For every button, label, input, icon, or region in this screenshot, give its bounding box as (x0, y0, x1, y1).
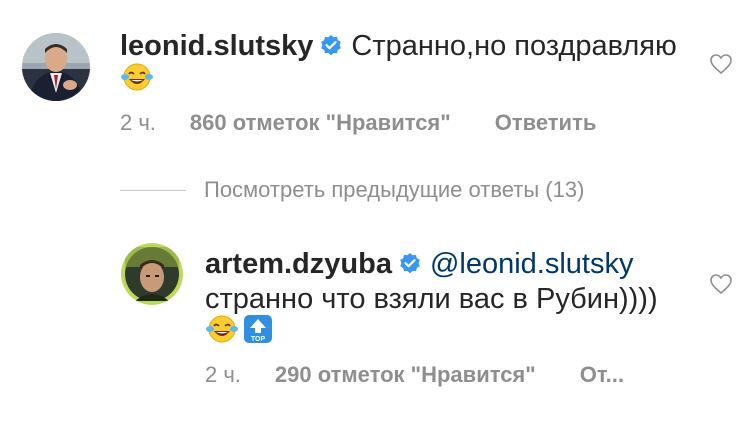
mention-link[interactable]: @leonid.slutsky (430, 248, 634, 280)
view-previous-replies[interactable]: Посмотреть предыдущие ответы (13) (120, 176, 584, 204)
reply-text: странно что взяли вас в Рубин)))) (205, 283, 658, 315)
reply-button[interactable]: Ответить (495, 110, 597, 135)
comment-timestamp[interactable]: 2 ч. (120, 110, 156, 135)
reply-text-line: странно что взяли вас в Рубин)))) (205, 282, 658, 316)
top-arrow-icon: TOP (243, 314, 273, 352)
top-label: TOP (251, 336, 266, 343)
comment-username[interactable]: leonid.slutsky (120, 30, 313, 62)
reply-timestamp[interactable]: 2 ч. (205, 362, 241, 387)
view-previous-replies-label: Посмотреть предыдущие ответы (13) (204, 177, 585, 202)
divider-line (120, 189, 186, 191)
comment-likes[interactable]: 860 отметок "Нравится" (190, 110, 451, 135)
comment-line: leonid.slutsky Странно,но поздравляю (120, 29, 677, 66)
reply-meta: 2 ч. 290 отметок "Нравится" От... (205, 362, 624, 388)
verified-badge-icon (319, 32, 343, 66)
reply-button[interactable]: От... (580, 362, 624, 387)
avatar[interactable] (121, 243, 183, 305)
comment-text: Странно,но поздравляю (351, 30, 677, 62)
avatar[interactable] (22, 33, 90, 101)
face-with-tears-of-joy-icon (205, 314, 239, 352)
face-with-tears-of-joy-icon (120, 62, 154, 100)
heart-icon[interactable] (709, 53, 733, 80)
reply-line: artem.dzyuba @leonid.slutsky (205, 247, 633, 284)
reply-emoji-row: TOP (205, 314, 273, 352)
comment-meta: 2 ч. 860 отметок "Нравится" Ответить (120, 110, 596, 136)
reply-username[interactable]: artem.dzyuba (205, 248, 392, 280)
comment-emoji-row (120, 62, 154, 100)
reply-likes[interactable]: 290 отметок "Нравится" (275, 362, 536, 387)
verified-badge-icon (398, 250, 422, 284)
heart-icon[interactable] (709, 273, 733, 300)
